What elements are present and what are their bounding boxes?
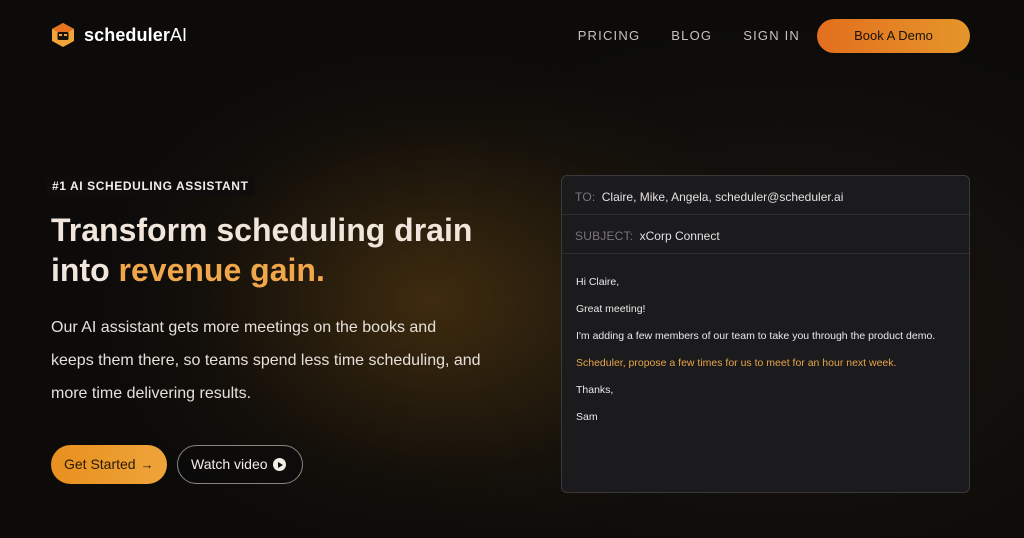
scheduler-logo-icon (50, 22, 76, 48)
top-nav: schedulerAI PRICING BLOG SIGN IN Book A … (0, 0, 1024, 72)
play-circle-icon (273, 458, 286, 471)
watch-video-label: Watch video (191, 456, 268, 472)
brand-logo[interactable]: schedulerAI (50, 22, 187, 48)
watch-video-button[interactable]: Watch video (177, 445, 303, 484)
hero-headline: Transform scheduling drain into revenue … (51, 210, 511, 290)
headline-line-2: into revenue gain. (51, 252, 325, 288)
email-preview-card: TO: Claire, Mike, Angela, scheduler@sche… (561, 175, 971, 493)
get-started-label: Get Started (64, 456, 136, 472)
email-signature: Sam (576, 411, 598, 423)
nav-sign-in-link[interactable]: SIGN IN (743, 19, 800, 53)
nav-pricing-link[interactable]: PRICING (578, 19, 641, 53)
nav-blog-link[interactable]: BLOG (671, 19, 712, 53)
email-to-row: TO: Claire, Mike, Angela, scheduler@sche… (562, 176, 971, 215)
email-signoff: Thanks, (576, 384, 614, 396)
brand-name: schedulerAI (84, 24, 188, 45)
headline-line-1: Transform scheduling drain (51, 212, 473, 248)
arrow-right-icon: → (140, 457, 154, 472)
email-body: Hi Claire, Great meeting! I'm adding a f… (576, 276, 956, 424)
hero-subtext: Our AI assistant gets more meetings on t… (51, 319, 481, 402)
email-line-2: I'm adding a few members of our team to … (576, 330, 936, 342)
hero-eyebrow: #1 AI SCHEDULING ASSISTANT (46, 177, 255, 196)
email-greeting: Hi Claire, (576, 276, 620, 288)
book-demo-button[interactable]: Book A Demo (817, 19, 970, 53)
nav-links: PRICING BLOG SIGN IN Book A Demo (578, 19, 970, 53)
to-label: TO: (575, 190, 596, 204)
subject-label: SUBJECT: (575, 229, 634, 243)
subject-value: xCorp Connect (639, 229, 720, 243)
landing-page: schedulerAI PRICING BLOG SIGN IN Book A … (0, 0, 1024, 538)
email-line-1: Great meeting! (576, 303, 646, 315)
email-subject-row: SUBJECT: xCorp Connect (562, 215, 971, 254)
get-started-button[interactable]: Get Started → (51, 445, 167, 484)
headline-accent: revenue gain. (118, 252, 325, 288)
email-line-3: Scheduler, propose a few times for us to… (576, 357, 897, 369)
to-value: Claire, Mike, Angela, scheduler@schedule… (601, 190, 844, 204)
